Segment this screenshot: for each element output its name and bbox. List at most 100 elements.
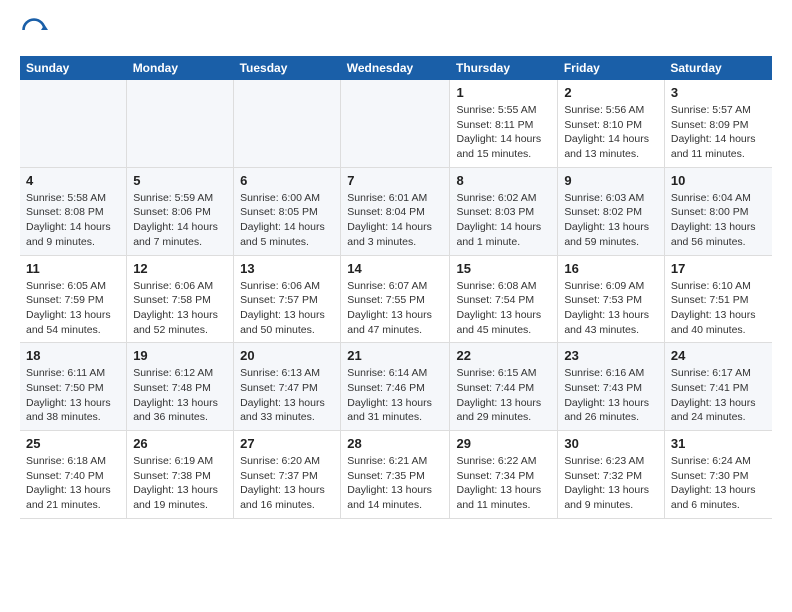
day-number: 17 bbox=[671, 261, 766, 276]
day-info: Sunrise: 6:08 AM Sunset: 7:54 PM Dayligh… bbox=[456, 279, 551, 338]
day-cell: 16Sunrise: 6:09 AM Sunset: 7:53 PM Dayli… bbox=[558, 255, 665, 343]
day-info: Sunrise: 6:12 AM Sunset: 7:48 PM Dayligh… bbox=[133, 366, 227, 425]
day-cell: 24 Sunrise: 6:17 AM Sunset: 7:41 PM Dayli… bbox=[664, 343, 772, 431]
day-cell: 7 Sunrise: 6:01 AM Sunset: 8:04 PM Daylig… bbox=[341, 167, 450, 255]
day-cell: 13 Sunrise: 6:06 AM Sunset: 7:57 PM Dayli… bbox=[234, 255, 341, 343]
day-number: 15 bbox=[456, 261, 551, 276]
day-number: 28 bbox=[347, 436, 443, 451]
header-monday: Monday bbox=[127, 56, 234, 80]
day-cell: 10 Sunrise: 6:04 AM Sunset: 8:00 PM Dayli… bbox=[664, 167, 772, 255]
day-info: Sunrise: 6:06 AM Sunset: 7:58 PM Dayligh… bbox=[133, 279, 227, 338]
day-number: 18 bbox=[26, 348, 120, 363]
day-info: Sunrise: 6:21 AM Sunset: 7:35 PM Dayligh… bbox=[347, 454, 443, 513]
week-row-5: 25 Sunrise: 6:18 AM Sunset: 7:40 PM Dayli… bbox=[20, 431, 772, 519]
day-number: 11 bbox=[26, 261, 120, 276]
logo bbox=[20, 16, 52, 44]
day-info: Sunrise: 6:07 AM Sunset: 7:55 PM Dayligh… bbox=[347, 279, 443, 338]
day-number: 12 bbox=[133, 261, 227, 276]
day-info: Sunrise: 6:19 AM Sunset: 7:38 PM Dayligh… bbox=[133, 454, 227, 513]
day-cell bbox=[20, 80, 127, 167]
day-cell: 31 Sunrise: 6:24 AM Sunset: 7:30 PM Dayli… bbox=[664, 431, 772, 519]
day-number: 10 bbox=[671, 173, 766, 188]
week-row-4: 18 Sunrise: 6:11 AM Sunset: 7:50 PM Dayli… bbox=[20, 343, 772, 431]
day-number: 6 bbox=[240, 173, 334, 188]
day-cell: 29 Sunrise: 6:22 AM Sunset: 7:34 PM Dayli… bbox=[450, 431, 558, 519]
day-info: Sunrise: 6:03 AM Sunset: 8:02 PM Dayligh… bbox=[564, 191, 658, 250]
day-number: 30 bbox=[564, 436, 658, 451]
day-cell: 1 Sunrise: 5:55 AM Sunset: 8:11 PM Daylig… bbox=[450, 80, 558, 167]
day-cell: 2 Sunrise: 5:56 AM Sunset: 8:10 PM Daylig… bbox=[558, 80, 665, 167]
day-info: Sunrise: 6:18 AM Sunset: 7:40 PM Dayligh… bbox=[26, 454, 120, 513]
day-cell: 15 Sunrise: 6:08 AM Sunset: 7:54 PM Dayli… bbox=[450, 255, 558, 343]
day-cell: 30 Sunrise: 6:23 AM Sunset: 7:32 PM Dayli… bbox=[558, 431, 665, 519]
day-cell: 22 Sunrise: 6:15 AM Sunset: 7:44 PM Dayli… bbox=[450, 343, 558, 431]
day-info: Sunrise: 6:02 AM Sunset: 8:03 PM Dayligh… bbox=[456, 191, 551, 250]
day-info: Sunrise: 5:59 AM Sunset: 8:06 PM Dayligh… bbox=[133, 191, 227, 250]
header-sunday: Sunday bbox=[20, 56, 127, 80]
day-number: 29 bbox=[456, 436, 551, 451]
day-info: Sunrise: 6:15 AM Sunset: 7:44 PM Dayligh… bbox=[456, 366, 551, 425]
day-cell: 19 Sunrise: 6:12 AM Sunset: 7:48 PM Dayli… bbox=[127, 343, 234, 431]
day-cell: 8Sunrise: 6:02 AM Sunset: 8:03 PM Daylig… bbox=[450, 167, 558, 255]
header-wednesday: Wednesday bbox=[341, 56, 450, 80]
day-info: Sunrise: 6:16 AM Sunset: 7:43 PM Dayligh… bbox=[564, 366, 658, 425]
day-number: 31 bbox=[671, 436, 766, 451]
day-number: 9 bbox=[564, 173, 658, 188]
day-info: Sunrise: 6:11 AM Sunset: 7:50 PM Dayligh… bbox=[26, 366, 120, 425]
day-number: 4 bbox=[26, 173, 120, 188]
day-cell: 21 Sunrise: 6:14 AM Sunset: 7:46 PM Dayli… bbox=[341, 343, 450, 431]
header-row: SundayMondayTuesdayWednesdayThursdayFrid… bbox=[20, 56, 772, 80]
day-info: Sunrise: 6:10 AM Sunset: 7:51 PM Dayligh… bbox=[671, 279, 766, 338]
day-info: Sunrise: 6:00 AM Sunset: 8:05 PM Dayligh… bbox=[240, 191, 334, 250]
day-cell: 23 Sunrise: 6:16 AM Sunset: 7:43 PM Dayli… bbox=[558, 343, 665, 431]
header-tuesday: Tuesday bbox=[234, 56, 341, 80]
day-cell bbox=[127, 80, 234, 167]
day-info: Sunrise: 5:58 AM Sunset: 8:08 PM Dayligh… bbox=[26, 191, 120, 250]
day-number: 25 bbox=[26, 436, 120, 451]
header-friday: Friday bbox=[558, 56, 665, 80]
day-number: 19 bbox=[133, 348, 227, 363]
day-cell: 18 Sunrise: 6:11 AM Sunset: 7:50 PM Dayli… bbox=[20, 343, 127, 431]
day-cell: 3Sunrise: 5:57 AM Sunset: 8:09 PM Daylig… bbox=[664, 80, 772, 167]
header-saturday: Saturday bbox=[664, 56, 772, 80]
day-number: 21 bbox=[347, 348, 443, 363]
day-info: Sunrise: 6:01 AM Sunset: 8:04 PM Dayligh… bbox=[347, 191, 443, 250]
day-info: Sunrise: 6:24 AM Sunset: 7:30 PM Dayligh… bbox=[671, 454, 766, 513]
day-number: 2 bbox=[564, 85, 658, 100]
day-number: 24 bbox=[671, 348, 766, 363]
day-info: Sunrise: 6:13 AM Sunset: 7:47 PM Dayligh… bbox=[240, 366, 334, 425]
day-number: 14 bbox=[347, 261, 443, 276]
day-cell: 20 Sunrise: 6:13 AM Sunset: 7:47 PM Dayli… bbox=[234, 343, 341, 431]
day-info: Sunrise: 6:17 AM Sunset: 7:41 PM Dayligh… bbox=[671, 366, 766, 425]
day-info: Sunrise: 6:22 AM Sunset: 7:34 PM Dayligh… bbox=[456, 454, 551, 513]
day-number: 23 bbox=[564, 348, 658, 363]
day-cell bbox=[341, 80, 450, 167]
week-row-1: 1 Sunrise: 5:55 AM Sunset: 8:11 PM Daylig… bbox=[20, 80, 772, 167]
day-cell: 12 Sunrise: 6:06 AM Sunset: 7:58 PM Dayli… bbox=[127, 255, 234, 343]
week-row-3: 11 Sunrise: 6:05 AM Sunset: 7:59 PM Dayli… bbox=[20, 255, 772, 343]
day-cell: 25 Sunrise: 6:18 AM Sunset: 7:40 PM Dayli… bbox=[20, 431, 127, 519]
day-info: Sunrise: 6:09 AM Sunset: 7:53 PM Dayligh… bbox=[564, 279, 658, 338]
day-info: Sunrise: 5:57 AM Sunset: 8:09 PM Dayligh… bbox=[671, 103, 766, 162]
day-info: Sunrise: 6:20 AM Sunset: 7:37 PM Dayligh… bbox=[240, 454, 334, 513]
day-number: 7 bbox=[347, 173, 443, 188]
day-cell: 17 Sunrise: 6:10 AM Sunset: 7:51 PM Dayli… bbox=[664, 255, 772, 343]
day-info: Sunrise: 5:55 AM Sunset: 8:11 PM Dayligh… bbox=[456, 103, 551, 162]
day-info: Sunrise: 6:14 AM Sunset: 7:46 PM Dayligh… bbox=[347, 366, 443, 425]
day-info: Sunrise: 6:04 AM Sunset: 8:00 PM Dayligh… bbox=[671, 191, 766, 250]
header-thursday: Thursday bbox=[450, 56, 558, 80]
day-info: Sunrise: 6:23 AM Sunset: 7:32 PM Dayligh… bbox=[564, 454, 658, 513]
day-info: Sunrise: 5:56 AM Sunset: 8:10 PM Dayligh… bbox=[564, 103, 658, 162]
day-number: 1 bbox=[456, 85, 551, 100]
day-number: 22 bbox=[456, 348, 551, 363]
day-cell: 6 Sunrise: 6:00 AM Sunset: 8:05 PM Daylig… bbox=[234, 167, 341, 255]
day-number: 13 bbox=[240, 261, 334, 276]
calendar-table: SundayMondayTuesdayWednesdayThursdayFrid… bbox=[20, 56, 772, 519]
day-info: Sunrise: 6:05 AM Sunset: 7:59 PM Dayligh… bbox=[26, 279, 120, 338]
day-number: 20 bbox=[240, 348, 334, 363]
day-info: Sunrise: 6:06 AM Sunset: 7:57 PM Dayligh… bbox=[240, 279, 334, 338]
week-row-2: 4 Sunrise: 5:58 AM Sunset: 8:08 PM Daylig… bbox=[20, 167, 772, 255]
day-number: 26 bbox=[133, 436, 227, 451]
logo-icon bbox=[20, 16, 48, 44]
day-cell: 4 Sunrise: 5:58 AM Sunset: 8:08 PM Daylig… bbox=[20, 167, 127, 255]
